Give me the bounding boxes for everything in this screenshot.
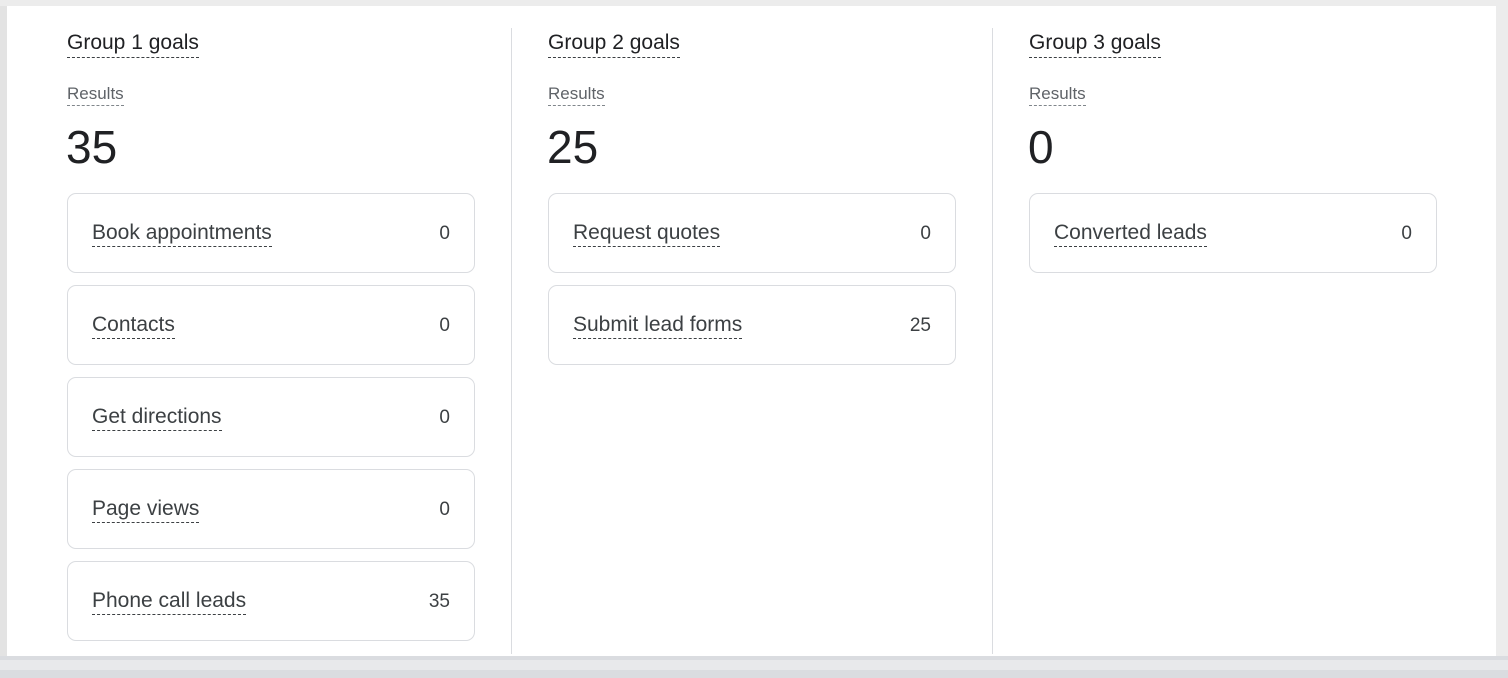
group-1-results-label[interactable]: Results — [67, 84, 124, 106]
goal-card-request-quotes[interactable]: Request quotes 0 — [548, 193, 956, 273]
goal-name[interactable]: Request quotes — [573, 221, 721, 247]
goal-value: 25 — [909, 315, 931, 336]
column-divider — [992, 28, 993, 654]
group-3-results-value: 0 — [1028, 121, 1054, 173]
goal-name[interactable]: Converted leads — [1054, 221, 1207, 247]
column-divider — [511, 28, 512, 654]
group-1-title[interactable]: Group 1 goals — [67, 30, 199, 58]
group-2-results-value: 25 — [547, 121, 599, 173]
goal-name[interactable]: Contacts — [92, 313, 175, 339]
goal-name[interactable]: Submit lead forms — [573, 313, 743, 339]
goal-card-converted-leads[interactable]: Converted leads 0 — [1029, 193, 1437, 273]
goal-card-book-appointments[interactable]: Book appointments 0 — [67, 193, 475, 273]
goal-name[interactable]: Phone call leads — [92, 589, 247, 615]
goal-card-page-views[interactable]: Page views 0 — [67, 469, 475, 549]
right-edge — [1496, 0, 1508, 656]
goal-name[interactable]: Book appointments — [92, 221, 272, 247]
goal-value: 0 — [439, 315, 450, 336]
group-2-goal-list: Request quotes 0 Submit lead forms 25 — [548, 193, 956, 377]
group-1-results-value: 35 — [66, 121, 118, 173]
goal-value: 0 — [439, 499, 450, 520]
goal-value: 0 — [439, 407, 450, 428]
group-2-title[interactable]: Group 2 goals — [548, 30, 680, 58]
goal-value: 0 — [920, 223, 931, 244]
goal-card-phone-call-leads[interactable]: Phone call leads 35 — [67, 561, 475, 641]
goal-value: 0 — [1401, 223, 1412, 244]
goals-panel: Group 1 goals Results 35 Book appointmen… — [7, 6, 1496, 656]
group-3-column: Group 3 goals Results 0 Converted leads … — [1028, 6, 1437, 656]
goal-value: 35 — [428, 591, 450, 612]
group-2-results-label[interactable]: Results — [548, 84, 605, 106]
scrollbar-thumb[interactable] — [0, 660, 1508, 670]
group-3-goal-list: Converted leads 0 — [1029, 193, 1437, 285]
group-1-column: Group 1 goals Results 35 Book appointmen… — [66, 6, 475, 656]
group-2-column: Group 2 goals Results 25 Request quotes … — [547, 6, 956, 656]
goal-card-get-directions[interactable]: Get directions 0 — [67, 377, 475, 457]
goal-name[interactable]: Get directions — [92, 405, 222, 431]
goal-name[interactable]: Page views — [92, 497, 200, 523]
group-1-goal-list: Book appointments 0 Contacts 0 Get direc… — [67, 193, 475, 653]
goal-value: 0 — [439, 223, 450, 244]
horizontal-scrollbar[interactable] — [0, 656, 1508, 678]
group-3-results-label[interactable]: Results — [1029, 84, 1086, 106]
group-3-title[interactable]: Group 3 goals — [1029, 30, 1161, 58]
goal-card-contacts[interactable]: Contacts 0 — [67, 285, 475, 365]
goal-card-submit-lead-forms[interactable]: Submit lead forms 25 — [548, 285, 956, 365]
